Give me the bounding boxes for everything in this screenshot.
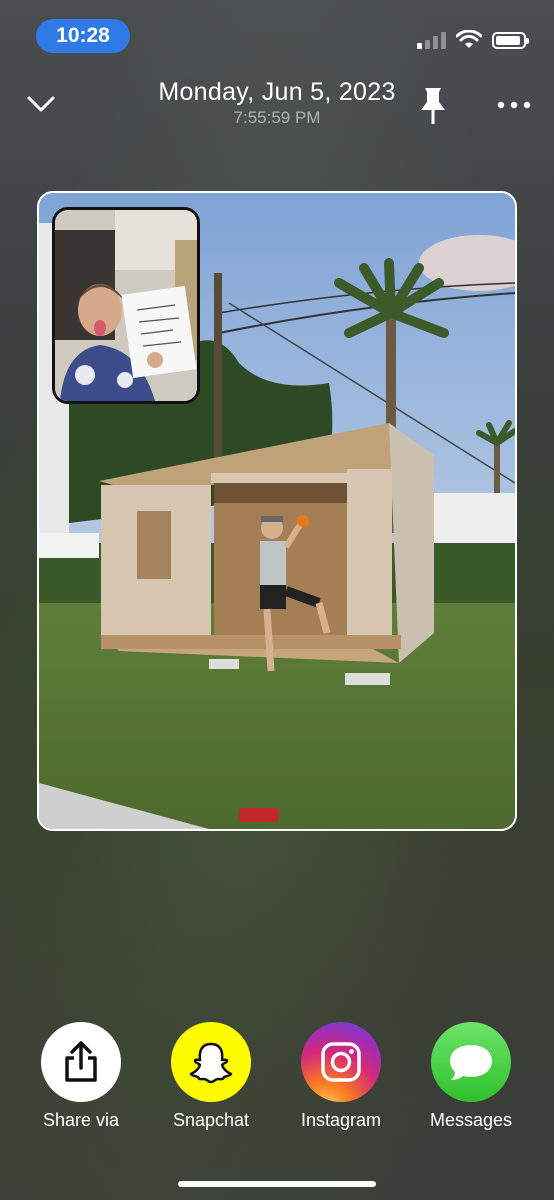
photo-time: 7:55:59 PM [233,108,321,127]
front-camera-inset[interactable] [52,207,200,404]
share-icon[interactable] [41,1022,121,1102]
selfie-photo [55,210,197,401]
instagram-icon[interactable] [301,1022,381,1102]
instagram-label: Instagram [300,1110,382,1130]
more-options-icon[interactable] [496,96,532,114]
pin-icon[interactable] [417,86,449,126]
snapchat-option[interactable]: Snapchat [151,1022,271,1131]
snapchat-ghost-icon[interactable] [171,1022,251,1102]
snapchat-label: Snapchat [172,1110,250,1130]
wifi-icon [456,30,482,48]
share-via-label: Share via [42,1110,120,1130]
share-options: Share via Snapchat Instagram Messages [0,1022,554,1142]
instagram-option[interactable]: Instagram [281,1022,401,1131]
photo-date: Monday, Jun 5, 2023 [158,78,396,106]
home-indicator[interactable] [178,1181,376,1187]
cellular-signal-icon [417,31,446,49]
battery-icon [492,31,529,49]
share-via-option[interactable]: Share via [21,1022,141,1131]
status-icons [417,30,529,50]
status-time: 10:28 [36,19,130,53]
messages-label: Messages [429,1110,513,1130]
messages-option[interactable]: Messages [411,1022,531,1131]
messages-bubble-icon[interactable] [431,1022,511,1102]
